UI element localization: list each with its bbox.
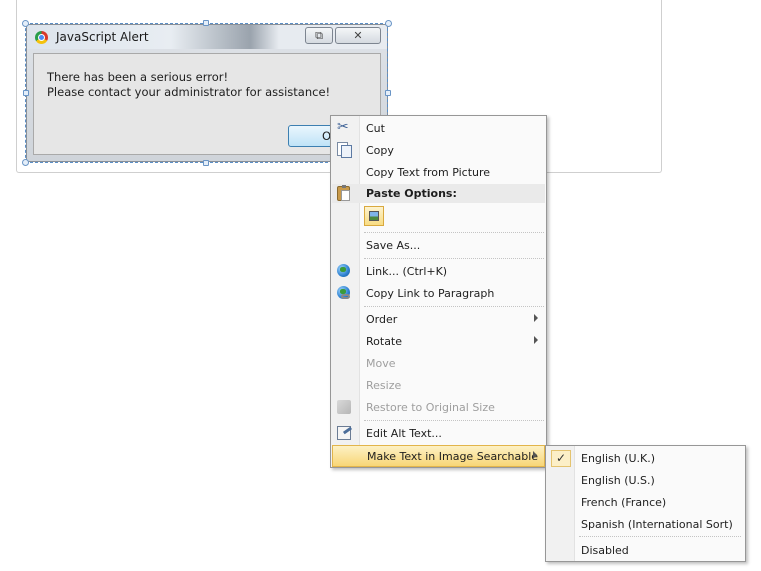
menu-separator [364, 258, 544, 259]
menu-item-label: Copy Text from Picture [366, 166, 491, 179]
submenu-arrow-icon [534, 314, 538, 322]
copy-icon-back [341, 145, 352, 158]
restore-size-icon [337, 400, 351, 414]
resize-handle-top[interactable] [203, 20, 209, 26]
submenu-item-label: English (U.S.) [581, 474, 655, 487]
submenu-item-english-uk[interactable]: ✓ English (U.K.) [547, 447, 745, 469]
menu-item-label: Edit Alt Text... [366, 427, 442, 440]
language-submenu: ✓ English (U.K.) English (U.S.) French (… [545, 445, 746, 562]
menu-item-label: Paste Options: [366, 187, 457, 200]
submenu-item-label: Disabled [581, 544, 629, 557]
submenu-item-label: French (France) [581, 496, 667, 509]
menu-item-label: Move [366, 357, 396, 370]
menu-item-label: Copy Link to Paragraph [366, 287, 495, 300]
resize-handle-right[interactable] [385, 90, 391, 96]
menu-item-copy-link-to-paragraph[interactable]: Copy Link to Paragraph [332, 283, 545, 305]
menu-item-label: Restore to Original Size [366, 401, 495, 414]
menu-item-copy-text-from-picture[interactable]: Copy Text from Picture [332, 162, 545, 184]
submenu-arrow-icon [533, 451, 537, 459]
menu-item-rotate[interactable]: Rotate [332, 331, 545, 353]
chain-icon [341, 294, 350, 299]
menu-item-label: Copy [366, 144, 394, 157]
scissors-icon: ✂ [337, 119, 349, 135]
menu-separator [364, 420, 544, 421]
paste-as-picture-button[interactable] [364, 206, 384, 226]
submenu-separator [579, 536, 741, 537]
paste-options-header: Paste Options: [332, 184, 545, 203]
menu-item-make-text-searchable[interactable]: Make Text in Image Searchable [332, 445, 545, 467]
menu-item-move: Move [332, 353, 545, 375]
menu-item-label: Link... (Ctrl+K) [366, 265, 448, 278]
submenu-item-spanish[interactable]: Spanish (International Sort) [547, 513, 745, 535]
alt-text-icon [337, 426, 351, 440]
menu-item-restore-original-size: Restore to Original Size [332, 397, 545, 419]
menu-item-copy[interactable]: Copy [332, 140, 545, 162]
menu-item-label: Save As... [366, 239, 421, 252]
menu-item-label: Rotate [366, 335, 403, 348]
submenu-item-french[interactable]: French (France) [547, 491, 745, 513]
menu-separator [364, 232, 544, 233]
menu-item-label: Order [366, 313, 398, 326]
menu-item-label: Resize [366, 379, 402, 392]
menu-item-save-as[interactable]: Save As... [332, 235, 545, 257]
resize-handle-top-right[interactable] [385, 20, 392, 27]
hyperlink-icon [337, 264, 350, 277]
resize-handle-top-left[interactable] [22, 20, 29, 27]
menu-item-order[interactable]: Order [332, 309, 545, 331]
menu-separator [364, 306, 544, 307]
menu-item-resize: Resize [332, 375, 545, 397]
resize-handle-left[interactable] [23, 90, 29, 96]
menu-item-link[interactable]: Link... (Ctrl+K) [332, 261, 545, 283]
menu-item-label: Make Text in Image Searchable [367, 450, 539, 463]
resize-handle-bottom-left[interactable] [22, 159, 29, 166]
resize-handle-bottom[interactable] [203, 160, 209, 166]
menu-item-edit-alt-text[interactable]: Edit Alt Text... [332, 423, 545, 445]
checkmark-icon: ✓ [551, 450, 571, 467]
clipboard-paper [341, 190, 350, 201]
submenu-item-label: English (U.K.) [581, 452, 656, 465]
context-menu: ✂ Cut Copy Copy Text from Picture Paste … [330, 115, 547, 468]
menu-item-label: Cut [366, 122, 385, 135]
submenu-item-label: Spanish (International Sort) [581, 518, 733, 531]
submenu-item-disabled[interactable]: Disabled [547, 539, 745, 561]
submenu-item-english-us[interactable]: English (U.S.) [547, 469, 745, 491]
submenu-arrow-icon [534, 336, 538, 344]
menu-item-cut[interactable]: ✂ Cut [332, 118, 545, 140]
